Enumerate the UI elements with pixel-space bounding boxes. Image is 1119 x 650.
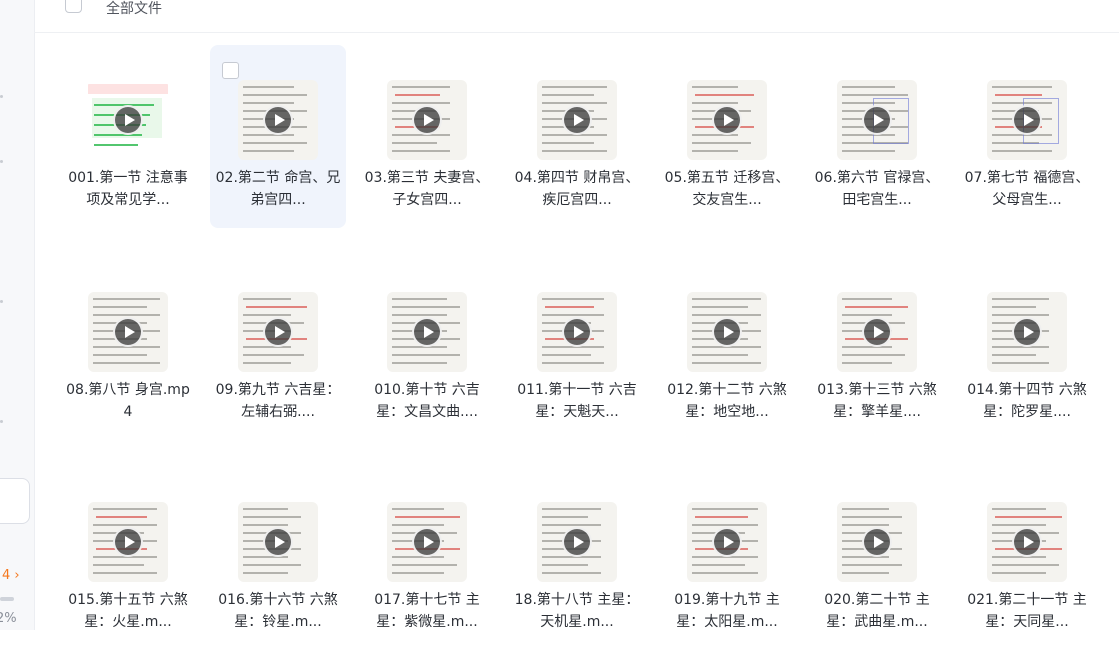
file-item[interactable]: 014.第十四节 六煞星：陀罗星.... <box>959 257 1095 440</box>
file-name[interactable]: 04.第四节 财帛宫、疾厄宫四... <box>513 167 641 211</box>
file-name[interactable]: 09.第九节 六吉星：左辅右弼.... <box>214 379 342 423</box>
select-all-checkbox[interactable] <box>65 0 82 13</box>
play-icon[interactable] <box>412 527 442 557</box>
video-thumbnail[interactable] <box>387 502 467 582</box>
play-icon[interactable] <box>1012 105 1042 135</box>
file-name[interactable]: 03.第三节 夫妻宫、子女宫四... <box>363 167 491 211</box>
video-thumbnail[interactable] <box>987 502 1067 582</box>
play-icon[interactable] <box>562 317 592 347</box>
file-name[interactable]: 08.第八节 身宫.mp4 <box>64 379 192 423</box>
play-icon[interactable] <box>862 527 892 557</box>
file-item[interactable]: 017.第十七节 主星：紫微星.m... <box>359 467 495 650</box>
video-thumbnail[interactable] <box>987 80 1067 160</box>
storage-progress-bar <box>0 597 14 601</box>
sidebar-card[interactable] <box>0 478 30 524</box>
play-icon[interactable] <box>1012 527 1042 557</box>
video-thumbnail[interactable] <box>687 502 767 582</box>
file-checkbox[interactable] <box>222 62 239 79</box>
file-item[interactable]: 019.第十九节 主星：太阳星.m... <box>659 467 795 650</box>
play-icon[interactable] <box>412 105 442 135</box>
file-name[interactable]: 02.第二节 命宫、兄弟宫四... <box>214 167 342 211</box>
file-item[interactable]: 016.第十六节 六煞星：铃星.m... <box>210 467 346 650</box>
video-thumbnail[interactable] <box>387 80 467 160</box>
video-thumbnail[interactable] <box>238 80 318 160</box>
play-icon[interactable] <box>712 527 742 557</box>
video-thumbnail[interactable] <box>837 80 917 160</box>
file-name[interactable]: 020.第二十节 主星：武曲星.m... <box>813 589 941 633</box>
file-name[interactable]: 06.第六节 官禄宫、田宅宫生... <box>813 167 941 211</box>
file-item[interactable]: 015.第十五节 六煞星：火星.m... <box>60 467 196 650</box>
file-item[interactable]: 010.第十节 六吉星：文昌文曲.... <box>359 257 495 440</box>
play-icon[interactable] <box>862 317 892 347</box>
video-thumbnail[interactable] <box>238 502 318 582</box>
file-name[interactable]: 017.第十七节 主星：紫微星.m... <box>363 589 491 633</box>
file-name[interactable]: 014.第十四节 六煞星：陀罗星.... <box>963 379 1091 423</box>
play-icon[interactable] <box>412 317 442 347</box>
file-name[interactable]: 011.第十一节 六吉星：天魁天... <box>513 379 641 423</box>
file-item[interactable]: 011.第十一节 六吉星：天魁天... <box>509 257 645 440</box>
file-name[interactable]: 013.第十三节 六煞星：擎羊星.... <box>813 379 941 423</box>
file-name[interactable]: 18.第十八节 主星：天机星.m... <box>513 589 641 633</box>
file-item[interactable]: 021.第二十一节 主星：天同星... <box>959 467 1095 650</box>
video-thumbnail[interactable] <box>88 80 168 160</box>
play-icon[interactable] <box>712 105 742 135</box>
play-icon[interactable] <box>113 317 143 347</box>
file-item[interactable]: 05.第五节 迁移宫、交友宫生... <box>659 45 795 228</box>
file-item[interactable]: 02.第二节 命宫、兄弟宫四... <box>210 45 346 228</box>
file-name[interactable]: 019.第十九节 主星：太阳星.m... <box>663 589 791 633</box>
file-name[interactable]: 012.第十二节 六煞星：地空地... <box>663 379 791 423</box>
chevron-right-icon[interactable]: 4 › <box>2 568 20 583</box>
video-thumbnail[interactable] <box>537 502 617 582</box>
play-icon[interactable] <box>263 317 293 347</box>
play-icon[interactable] <box>562 527 592 557</box>
video-thumbnail[interactable] <box>687 80 767 160</box>
file-item[interactable]: 04.第四节 财帛宫、疾厄宫四... <box>509 45 645 228</box>
file-name[interactable]: 07.第七节 福德宫、父母宫生... <box>963 167 1091 211</box>
play-icon[interactable] <box>1012 317 1042 347</box>
file-list-header: 全部文件 <box>34 0 1119 33</box>
video-thumbnail[interactable] <box>687 292 767 372</box>
file-item[interactable]: 09.第九节 六吉星：左辅右弼.... <box>210 257 346 440</box>
file-item[interactable]: 012.第十二节 六煞星：地空地... <box>659 257 795 440</box>
video-thumbnail[interactable] <box>837 502 917 582</box>
file-item[interactable]: 03.第三节 夫妻宫、子女宫四... <box>359 45 495 228</box>
file-item[interactable]: 013.第十三节 六煞星：擎羊星.... <box>809 257 945 440</box>
video-thumbnail[interactable] <box>987 292 1067 372</box>
file-item[interactable]: 020.第二十节 主星：武曲星.m... <box>809 467 945 650</box>
play-icon[interactable] <box>263 527 293 557</box>
file-item[interactable]: 07.第七节 福德宫、父母宫生... <box>959 45 1095 228</box>
video-thumbnail[interactable] <box>88 292 168 372</box>
storage-percent: 2% <box>0 611 17 626</box>
video-thumbnail[interactable] <box>837 292 917 372</box>
video-thumbnail[interactable] <box>537 80 617 160</box>
file-name[interactable]: 010.第十节 六吉星：文昌文曲.... <box>363 379 491 423</box>
play-icon[interactable] <box>562 105 592 135</box>
file-name[interactable]: 001.第一节 注意事项及常见学... <box>64 167 192 211</box>
video-thumbnail[interactable] <box>238 292 318 372</box>
play-icon[interactable] <box>113 527 143 557</box>
video-thumbnail[interactable] <box>88 502 168 582</box>
file-name[interactable]: 015.第十五节 六煞星：火星.m... <box>64 589 192 633</box>
video-thumbnail[interactable] <box>387 292 467 372</box>
play-icon[interactable] <box>263 105 293 135</box>
all-files-title: 全部文件 <box>106 1 162 17</box>
file-name[interactable]: 05.第五节 迁移宫、交友宫生... <box>663 167 791 211</box>
file-name[interactable]: 016.第十六节 六煞星：铃星.m... <box>214 589 342 633</box>
play-icon[interactable] <box>712 317 742 347</box>
left-sidebar-edge: 4 › 2% <box>0 0 35 630</box>
video-thumbnail[interactable] <box>537 292 617 372</box>
file-item[interactable]: 18.第十八节 主星：天机星.m... <box>509 467 645 650</box>
file-item[interactable]: 06.第六节 官禄宫、田宅宫生... <box>809 45 945 228</box>
file-name[interactable]: 021.第二十一节 主星：天同星... <box>963 589 1091 633</box>
play-icon[interactable] <box>113 105 143 135</box>
file-item[interactable]: 001.第一节 注意事项及常见学... <box>60 45 196 228</box>
play-icon[interactable] <box>862 105 892 135</box>
file-item[interactable]: 08.第八节 身宫.mp4 <box>60 257 196 440</box>
